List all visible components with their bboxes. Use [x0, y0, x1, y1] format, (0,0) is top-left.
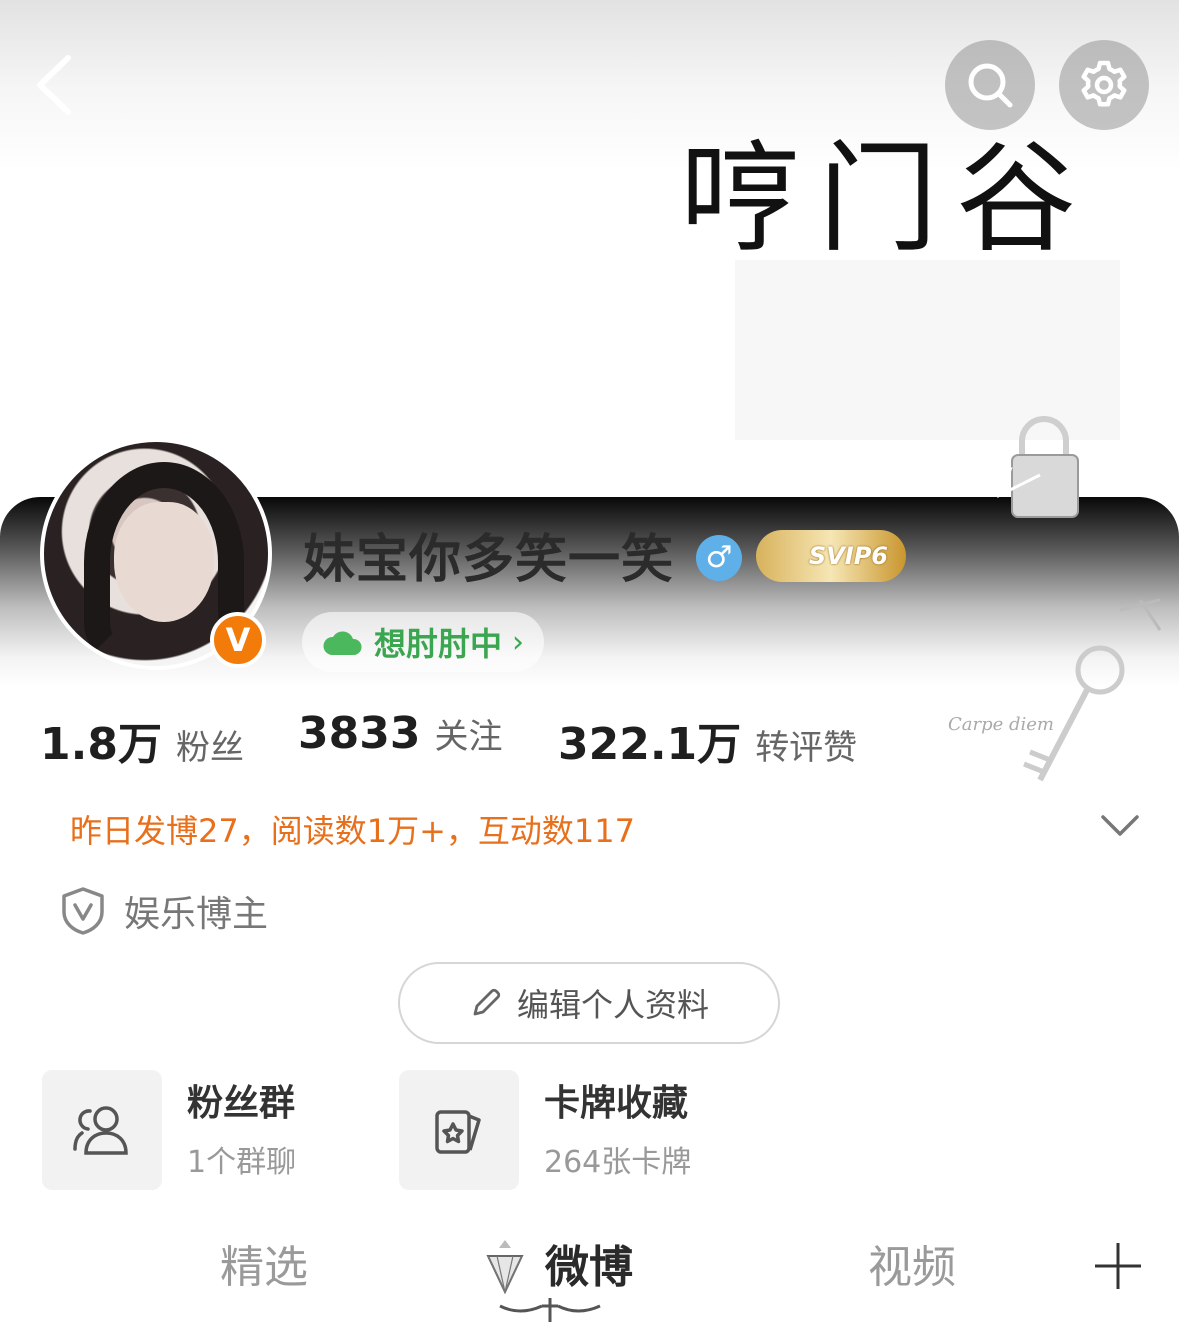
gear-icon [1081, 60, 1127, 107]
male-gender-icon: ♂ [696, 535, 742, 581]
search-button[interactable] [945, 40, 1035, 130]
add-tab-button[interactable] [1092, 1240, 1144, 1292]
tab-weibo[interactable]: 微博 [545, 1240, 633, 1296]
svg-text:✦: ✦ [950, 466, 968, 491]
svg-text:✦: ✦ [1135, 471, 1152, 495]
shield-v-icon [62, 887, 104, 935]
stat-value: 322.1万 [558, 719, 742, 770]
card-title: 卡牌收藏 [544, 1083, 689, 1124]
verified-badge-icon: V [210, 612, 266, 668]
key-decoration-icon: Carpe diem [948, 598, 1162, 782]
cover-image-area [735, 260, 1120, 440]
search-icon [968, 63, 1013, 108]
card-icon-box [42, 1070, 162, 1190]
card-subtitle: 1个群聊 [187, 1145, 297, 1180]
chain-cross-decoration-icon [499, 1298, 601, 1322]
chevron-left-icon [37, 55, 71, 115]
diamond-decoration-icon [486, 1240, 524, 1295]
stat-following[interactable]: 3833 关注 [298, 708, 502, 759]
stat-label: 关注 [434, 717, 503, 757]
card-collection-card[interactable]: 卡牌收藏 264张卡牌 [399, 1070, 691, 1190]
stat-followers[interactable]: 1.8万 粉丝 [40, 708, 244, 772]
stat-value: 1.8万 [40, 719, 162, 770]
cloud-icon [323, 631, 362, 655]
tab-video[interactable]: 视频 [868, 1240, 956, 1296]
chevron-down-icon [1101, 815, 1139, 836]
tab-featured[interactable]: 精选 [220, 1240, 308, 1296]
daily-summary-text[interactable]: 昨日发博27，阅读数1万+，互动数117 [70, 806, 635, 852]
plus-icon [1095, 1243, 1141, 1289]
padlock-decoration-icon: ✦ ✦ [950, 416, 1152, 518]
fan-group-card[interactable]: 粉丝群 1个群聊 [42, 1070, 296, 1190]
card-star-icon [435, 1110, 481, 1154]
username: 妹宝你多笑一笑 [303, 530, 675, 590]
settings-button[interactable] [1059, 40, 1149, 130]
svip-badge[interactable]: SVIP6 [756, 530, 906, 582]
back-button[interactable] [30, 50, 90, 120]
chevron-right-icon: › [512, 624, 525, 660]
category-label: 娱乐博主 [124, 894, 269, 935]
card-title: 粉丝群 [187, 1083, 296, 1124]
carpe-diem-text: Carpe diem [948, 714, 1054, 735]
card-icon-box [399, 1070, 519, 1190]
users-icon [73, 1106, 128, 1155]
card-subtitle: 264张卡牌 [544, 1145, 692, 1180]
edit-profile-label: 编辑个人资料 [516, 986, 709, 1024]
mood-text: 想肘肘中 [374, 625, 503, 663]
category-row[interactable]: 娱乐博主 [60, 885, 268, 937]
stat-value: 3833 [298, 708, 421, 759]
cover-handwritten-text: 哼门谷 [680, 130, 1094, 269]
stat-label: 粉丝 [175, 728, 244, 768]
expand-button[interactable] [1095, 800, 1145, 850]
mood-status-button[interactable]: 想肘肘中 › [302, 612, 545, 672]
stat-label: 转评赞 [755, 728, 858, 768]
edit-profile-button[interactable]: 编辑个人资料 [398, 962, 780, 1044]
stat-interactions[interactable]: 322.1万 转评赞 [558, 708, 857, 772]
pencil-icon [473, 988, 501, 1016]
